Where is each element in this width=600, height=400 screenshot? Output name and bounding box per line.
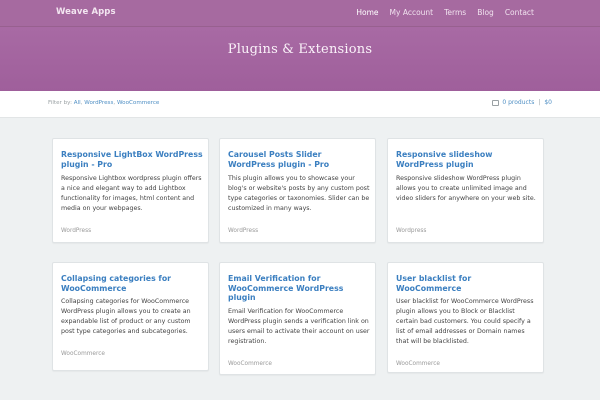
main-nav: Home My Account Terms Blog Contact xyxy=(356,8,534,17)
cart-icon xyxy=(492,99,500,106)
site-logo[interactable]: Weave Apps xyxy=(56,7,116,17)
nav-my-account[interactable]: My Account xyxy=(390,8,434,17)
product-card: Email Verification for WooCommerce WordP… xyxy=(219,262,376,375)
cart-separator: | xyxy=(538,99,541,106)
cart-summary[interactable]: 0 products | $0 xyxy=(492,99,552,106)
top-navbar: Weave Apps Home My Account Terms Blog Co… xyxy=(0,0,600,27)
product-card: Responsive slideshow WordPress plugin Re… xyxy=(387,138,544,243)
nav-terms[interactable]: Terms xyxy=(444,8,466,17)
cart-count[interactable]: 0 products xyxy=(502,99,534,106)
filter-all[interactable]: All xyxy=(74,100,81,106)
filter-separator: , xyxy=(80,100,83,106)
product-title[interactable]: Responsive LightBox WordPress plugin - P… xyxy=(61,150,203,169)
product-title[interactable]: Collapsing categories for WooCommerce xyxy=(61,274,203,293)
nav-contact[interactable]: Contact xyxy=(505,8,534,17)
product-category[interactable]: Wordpress xyxy=(396,228,426,234)
category-filter: Filter by: All, WordPress, WooCommerce xyxy=(48,100,159,106)
product-description: Collapsing categories for WooCommerce Wo… xyxy=(61,298,191,335)
product-title[interactable]: Responsive slideshow WordPress plugin xyxy=(396,150,538,169)
product-card: User blacklist for WooCommerce User blac… xyxy=(387,262,544,373)
product-card: Collapsing categories for WooCommerce Co… xyxy=(52,262,209,371)
product-title[interactable]: Email Verification for WooCommerce WordP… xyxy=(228,274,370,303)
product-description: User blacklist for WooCommerce WordPress… xyxy=(396,298,534,345)
filter-separator: , xyxy=(113,100,116,106)
product-card: Carousel Posts Slider WordPress plugin -… xyxy=(219,138,376,243)
product-description: Responsive slideshow WordPress plugin al… xyxy=(396,175,536,202)
filter-wordpress[interactable]: WordPress xyxy=(84,100,113,106)
nav-blog[interactable]: Blog xyxy=(477,8,494,17)
product-card: Responsive LightBox WordPress plugin - P… xyxy=(52,138,209,243)
filter-label: Filter by: xyxy=(48,100,72,106)
product-category[interactable]: WordPress xyxy=(61,228,91,234)
product-description: Responsive Lightbox wordpress plugin off… xyxy=(61,175,202,212)
product-category[interactable]: WooCommerce xyxy=(228,361,272,367)
product-title[interactable]: Carousel Posts Slider WordPress plugin -… xyxy=(228,150,370,169)
product-description: Email Verification for WooCommerce WordP… xyxy=(228,308,370,345)
page-hero: Plugins & Extensions xyxy=(0,27,600,91)
product-category[interactable]: WordPress xyxy=(228,228,258,234)
product-description: This plugin allows you to showcase your … xyxy=(228,175,370,212)
product-category[interactable]: WooCommerce xyxy=(396,361,440,367)
nav-home[interactable]: Home xyxy=(356,8,378,17)
filter-bar: Filter by: All, WordPress, WooCommerce 0… xyxy=(0,91,600,118)
filter-woocommerce[interactable]: WooCommerce xyxy=(117,100,159,106)
cart-total[interactable]: $0 xyxy=(544,99,552,106)
product-category[interactable]: WooCommerce xyxy=(61,351,105,357)
product-title[interactable]: User blacklist for WooCommerce xyxy=(396,274,538,293)
page-title: Plugins & Extensions xyxy=(227,42,373,57)
